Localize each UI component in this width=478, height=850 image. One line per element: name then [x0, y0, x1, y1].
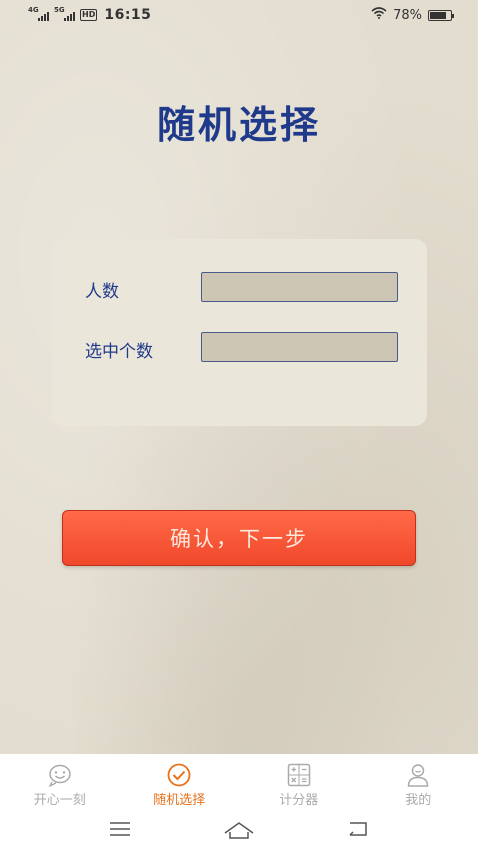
status-right: 78%	[371, 7, 454, 23]
battery-fill	[430, 11, 446, 19]
status-bar: 4G 5G HD 16:15 78%	[0, 0, 478, 30]
wifi-icon	[371, 7, 387, 23]
tab-label: 随机选择	[153, 793, 206, 808]
confirm-next-button[interactable]: 确认，下一步	[62, 510, 416, 566]
signal-type-label: 4G	[28, 6, 39, 14]
tab-label: 我的	[405, 793, 432, 808]
tab-happy-moment[interactable]: 开心一刻	[0, 754, 120, 810]
people-count-input[interactable]	[201, 272, 398, 302]
tab-mine[interactable]: 我的	[359, 754, 478, 810]
people-count-label: 人数	[85, 282, 119, 302]
smiley-icon	[47, 763, 73, 787]
signal-type-label-2: 5G	[54, 6, 65, 14]
selected-count-label: 选中个数	[85, 342, 153, 362]
status-left: 4G 5G HD 16:15	[28, 6, 152, 23]
tab-bar: 开心一刻 随机选择 计分器 我的	[0, 754, 478, 810]
battery-icon	[428, 9, 454, 21]
page-title: 随机选择	[156, 103, 321, 147]
menu-icon[interactable]	[104, 818, 136, 840]
cell-signal-icon: 4G	[28, 6, 49, 21]
back-icon[interactable]	[342, 818, 374, 840]
battery-percent: 78%	[393, 7, 422, 23]
form-card: 人数 选中个数	[52, 239, 427, 426]
bottom-area: 开心一刻 随机选择 计分器 我的	[0, 754, 478, 850]
user-icon	[405, 763, 431, 787]
check-circle-icon	[166, 763, 192, 787]
people-count-row: 人数	[52, 272, 427, 302]
system-nav-bar	[0, 814, 478, 844]
selected-count-row: 选中个数	[52, 332, 427, 362]
clock: 16:15	[104, 7, 152, 23]
tab-label: 开心一刻	[33, 793, 86, 808]
tab-random-select[interactable]: 随机选择	[120, 754, 240, 810]
hd-badge: HD	[80, 9, 98, 21]
calculator-icon	[286, 763, 312, 787]
tab-scorer[interactable]: 计分器	[239, 754, 359, 810]
tab-label: 计分器	[279, 793, 319, 808]
home-icon[interactable]	[223, 818, 255, 840]
selected-count-input[interactable]	[201, 332, 398, 362]
cell-signal-icon-2: 5G	[54, 6, 75, 21]
